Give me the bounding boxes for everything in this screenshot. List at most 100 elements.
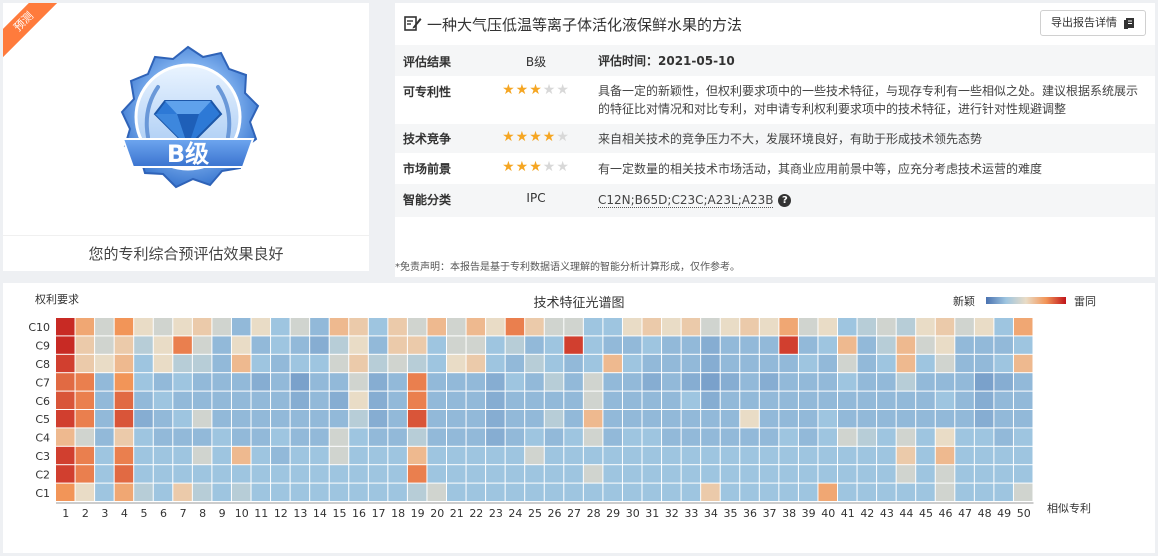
heatmap-cell[interactable] [56,318,75,336]
heatmap-cell[interactable] [407,410,427,428]
help-icon[interactable]: ? [778,194,792,207]
heatmap-cell[interactable] [681,354,701,373]
heatmap-cell[interactable] [701,483,720,501]
heatmap-cell[interactable] [525,428,544,446]
heatmap-cell[interactable] [251,465,271,483]
heatmap-cell[interactable] [798,483,818,501]
heatmap-cell[interactable] [740,483,759,501]
heatmap-cell[interactable] [114,391,134,409]
heatmap-cell[interactable] [173,354,192,373]
heatmap-cell[interactable] [505,483,525,501]
heatmap-cell[interactable] [290,336,310,354]
heatmap-cell[interactable] [173,428,192,446]
heatmap-cell[interactable] [388,318,407,336]
heatmap-cell[interactable] [310,446,329,465]
heatmap-cell[interactable] [271,354,290,373]
heatmap-cell[interactable] [974,336,994,354]
heatmap-cell[interactable] [622,373,642,391]
heatmap-cell[interactable] [447,336,466,354]
heatmap-cell[interactable] [583,373,603,391]
heatmap-cell[interactable] [681,465,701,483]
heatmap-cell[interactable] [251,410,271,428]
heatmap-cell[interactable] [251,446,271,465]
heatmap-cell[interactable] [505,391,525,409]
heatmap-cell[interactable] [798,465,818,483]
heatmap-cell[interactable] [231,410,251,428]
heatmap-cell[interactable] [466,410,486,428]
heatmap-cell[interactable] [486,373,505,391]
heatmap-cell[interactable] [662,336,681,354]
heatmap-cell[interactable] [681,483,701,501]
heatmap-cell[interactable] [75,391,95,409]
heatmap-cell[interactable] [231,465,251,483]
heatmap-cell[interactable] [329,391,349,409]
heatmap-cell[interactable] [955,373,974,391]
heatmap-cell[interactable] [544,373,564,391]
heatmap-cell[interactable] [857,483,877,501]
heatmap-cell[interactable] [134,428,153,446]
heatmap-cell[interactable] [935,446,955,465]
heatmap-cell[interactable] [505,465,525,483]
heatmap-cell[interactable] [271,446,290,465]
heatmap-cell[interactable] [662,428,681,446]
heatmap-cell[interactable] [974,391,994,409]
heatmap-cell[interactable] [525,336,544,354]
heatmap-cell[interactable] [779,373,798,391]
heatmap-cell[interactable] [349,446,368,465]
heatmap-cell[interactable] [231,354,251,373]
heatmap-cell[interactable] [505,428,525,446]
heatmap-cell[interactable] [1013,428,1033,446]
heatmap-cell[interactable] [662,318,681,336]
heatmap-cell[interactable] [857,391,877,409]
heatmap-cell[interactable] [544,391,564,409]
heatmap-cell[interactable] [486,336,505,354]
heatmap-cell[interactable] [466,318,486,336]
heatmap-cell[interactable] [642,428,662,446]
heatmap-cell[interactable] [759,465,779,483]
heatmap-cell[interactable] [838,465,857,483]
heatmap-cell[interactable] [134,410,153,428]
heatmap-cell[interactable] [134,391,153,409]
heatmap-cell[interactable] [56,410,75,428]
heatmap-cell[interactable] [329,446,349,465]
heatmap-cell[interactable] [56,391,75,409]
heatmap-cell[interactable] [740,410,759,428]
heatmap-cell[interactable] [857,373,877,391]
heatmap-cell[interactable] [974,354,994,373]
heatmap-cell[interactable] [564,373,583,391]
heatmap-cell[interactable] [447,391,466,409]
heatmap-cell[interactable] [935,483,955,501]
heatmap-cell[interactable] [857,428,877,446]
heatmap-cell[interactable] [427,336,446,354]
heatmap-cell[interactable] [935,336,955,354]
heatmap-cell[interactable] [935,391,955,409]
heatmap-cell[interactable] [134,336,153,354]
heatmap-cell[interactable] [818,483,837,501]
heatmap-cell[interactable] [427,428,446,446]
heatmap-cell[interactable] [251,428,271,446]
heatmap-cell[interactable] [192,318,212,336]
heatmap-cell[interactable] [56,336,75,354]
heatmap-cell[interactable] [779,483,798,501]
heatmap-cell[interactable] [701,446,720,465]
heatmap-cell[interactable] [153,391,173,409]
heatmap-cell[interactable] [407,465,427,483]
heatmap-cell[interactable] [212,446,231,465]
heatmap-cell[interactable] [622,354,642,373]
heatmap-cell[interactable] [603,391,622,409]
heatmap-cell[interactable] [407,373,427,391]
heatmap-cell[interactable] [1013,410,1033,428]
heatmap-cell[interactable] [75,465,95,483]
heatmap-cell[interactable] [994,465,1013,483]
heatmap-cell[interactable] [466,428,486,446]
heatmap-cell[interactable] [271,428,290,446]
heatmap-cell[interactable] [75,446,95,465]
heatmap-cell[interactable] [212,354,231,373]
heatmap-cell[interactable] [290,318,310,336]
heatmap-cell[interactable] [153,354,173,373]
heatmap-cell[interactable] [955,446,974,465]
heatmap-cell[interactable] [173,373,192,391]
heatmap-cell[interactable] [759,354,779,373]
heatmap-cell[interactable] [310,483,329,501]
heatmap-cell[interactable] [896,391,916,409]
